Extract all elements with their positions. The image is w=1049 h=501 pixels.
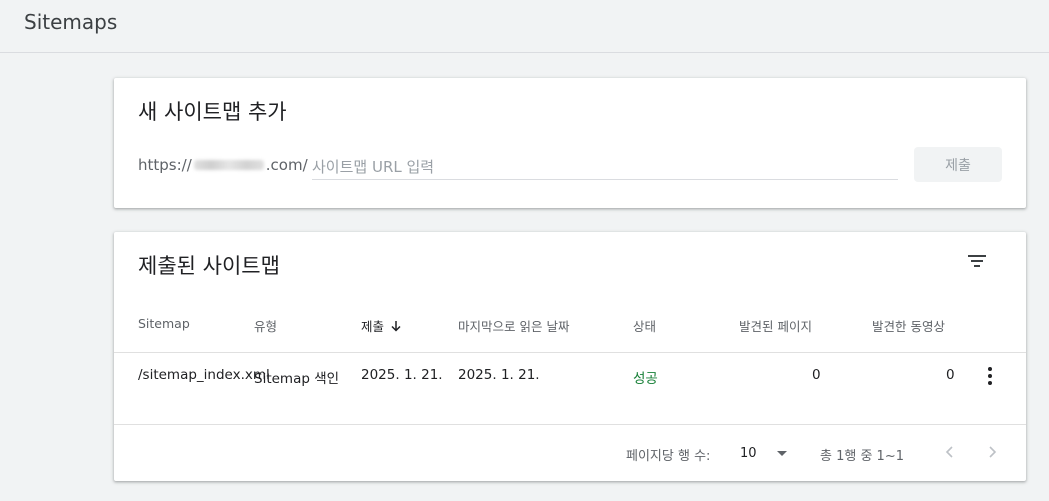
url-prefix-end: .com/: [265, 156, 308, 174]
sitemap-url-input[interactable]: [312, 154, 898, 180]
rows-per-page-label: 페이지당 행 수:: [626, 449, 711, 464]
column-header-last-read[interactable]: 마지막으로 읽은 날짜: [458, 316, 569, 335]
submit-button[interactable]: 제출: [914, 147, 1002, 182]
column-header-videos[interactable]: 발견한 동영상: [872, 316, 945, 335]
page-header: Sitemaps: [0, 0, 1049, 53]
rows-per-page-select[interactable]: 10: [740, 443, 788, 463]
column-header-pages[interactable]: 발견된 페이지: [739, 316, 812, 335]
page-title: Sitemaps: [24, 10, 118, 34]
add-sitemap-card: 새 사이트맵 추가 https:// .com/ 제출: [114, 78, 1026, 208]
arrow-down-icon: [390, 320, 402, 335]
pagination-range: 총 1행 중 1~1: [820, 449, 904, 464]
row-divider: [114, 424, 1026, 425]
chevron-right-icon: [989, 446, 997, 458]
submitted-sitemaps-title: 제출된 사이트맵: [138, 254, 280, 278]
cell-type: Sitemap 색인: [254, 371, 340, 387]
url-prefix: https:// .com/: [138, 156, 308, 174]
rows-per-page-value: 10: [740, 445, 757, 461]
header-divider: [114, 352, 1026, 353]
cell-sitemap[interactable]: /sitemap_index.xml: [138, 364, 270, 386]
dropdown-caret-icon: [776, 450, 787, 456]
redacted-domain: [193, 160, 264, 170]
next-page-button[interactable]: [980, 440, 1004, 464]
column-header-status[interactable]: 상태: [633, 316, 656, 335]
column-header-sitemap[interactable]: Sitemap: [138, 316, 190, 331]
cell-submitted: 2025. 1. 21.: [361, 367, 443, 383]
column-header-submitted-label: 제출: [361, 319, 385, 334]
cell-pages: 0: [812, 367, 821, 383]
column-header-submitted[interactable]: 제출: [361, 316, 402, 335]
chevron-left-icon: [945, 446, 953, 458]
column-header-type[interactable]: 유형: [254, 316, 277, 335]
cell-status: 성공: [633, 371, 658, 387]
cell-last-read: 2025. 1. 21.: [458, 367, 540, 383]
add-sitemap-title: 새 사이트맵 추가: [138, 100, 287, 124]
cell-videos: 0: [946, 367, 955, 383]
previous-page-button[interactable]: [938, 440, 962, 464]
filter-list-icon[interactable]: [966, 252, 988, 270]
url-prefix-start: https://: [138, 156, 192, 174]
more-vert-icon[interactable]: [980, 366, 1000, 386]
submitted-sitemaps-card: 제출된 사이트맵 Sitemap 유형 제출 마지막으로 읽은 날짜 상태 발견…: [114, 232, 1026, 481]
